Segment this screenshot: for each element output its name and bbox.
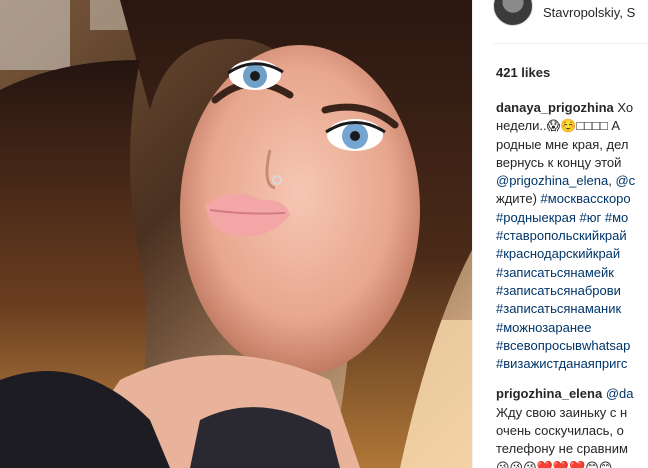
hashtag-link[interactable]: #москвасскоро bbox=[541, 191, 631, 206]
avatar[interactable] bbox=[493, 0, 533, 26]
hashtag-link[interactable]: #визажистданаяпригс bbox=[496, 355, 648, 373]
caption-line: родные мне края, дел bbox=[496, 136, 629, 152]
caption-line: недели..😱☺️□□□□ А bbox=[496, 118, 621, 134]
hashtag-link[interactable]: #ставропольскийкрай bbox=[496, 227, 648, 245]
hashtag-link[interactable]: #родныекрая #юг #мо bbox=[496, 209, 648, 227]
post-side-panel: Stavropolskiy, S 421 likes danaya_prigoz… bbox=[473, 0, 648, 468]
hashtag-link[interactable]: #краснодарскийкрай bbox=[496, 245, 648, 263]
caption-username[interactable]: danaya_prigozhina bbox=[496, 100, 614, 115]
reply-username[interactable]: prigozhina_elena bbox=[496, 386, 602, 401]
reply-comment: prigozhina_elena @da Жду свою заиньку с … bbox=[496, 385, 648, 468]
likes-count[interactable]: 421 likes bbox=[496, 65, 550, 80]
reply-line: телефону не сравним bbox=[496, 441, 628, 457]
comment-gap bbox=[496, 373, 648, 385]
reply-line: очень соскучилась, о bbox=[496, 423, 624, 439]
caption-comment: danaya_prigozhina Хо недели..😱☺️□□□□ А р… bbox=[496, 99, 648, 373]
hashtag-link[interactable]: #можнозаранее bbox=[496, 319, 648, 337]
hashtag-link[interactable]: #записатьсянамейк bbox=[496, 264, 648, 282]
hashtag-link[interactable]: #записатьсянаманик bbox=[496, 300, 648, 318]
caption-text: ждите) bbox=[496, 191, 541, 207]
mention-link[interactable]: @c bbox=[615, 173, 635, 188]
reply-mention[interactable]: @da bbox=[606, 386, 634, 401]
hashtag-link[interactable]: #записатьсянаброви bbox=[496, 282, 648, 300]
reply-line: 😘😘😘❤️❤️❤️😊😊 bbox=[496, 459, 613, 468]
caption-line: вернусь к концу этой bbox=[496, 154, 622, 170]
post-location[interactable]: Stavropolskiy, S bbox=[543, 5, 635, 20]
caption-text-start: Хо bbox=[617, 100, 634, 115]
reply-line: Жду свою заиньку с н bbox=[496, 404, 628, 420]
post-header: Stavropolskiy, S bbox=[493, 0, 648, 26]
post-photo[interactable] bbox=[0, 0, 472, 468]
mention-link[interactable]: @prigozhina_elena bbox=[496, 173, 608, 188]
selfie-image bbox=[0, 0, 472, 468]
header-divider bbox=[493, 43, 648, 44]
hashtag-link[interactable]: #всевопросывwhatsap bbox=[496, 337, 648, 355]
comments-list: danaya_prigozhina Хо недели..😱☺️□□□□ А р… bbox=[496, 99, 648, 468]
